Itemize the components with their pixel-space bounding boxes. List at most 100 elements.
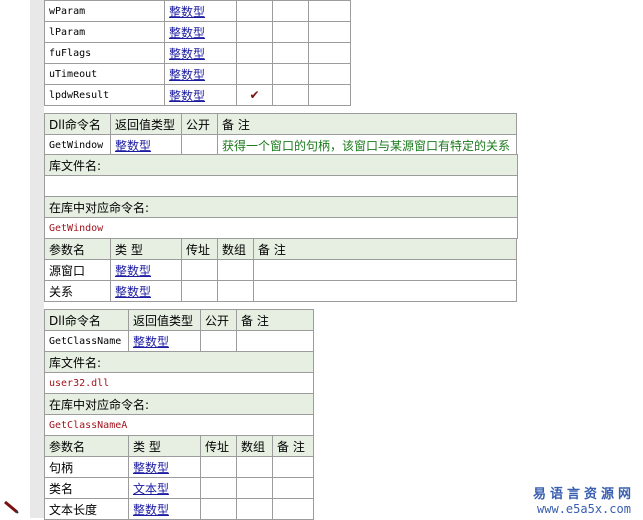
param-byref-cell[interactable] <box>200 456 237 478</box>
param-note-cell[interactable] <box>272 477 314 499</box>
table-row: fuFlags 整数型 <box>44 42 351 64</box>
param-array-cell[interactable] <box>272 0 309 22</box>
param-note-cell[interactable] <box>272 456 314 478</box>
col-header-array: 数组 <box>236 435 273 457</box>
dll-return-type[interactable]: 整数型 <box>110 134 182 156</box>
param-type-cell[interactable]: 整数型 <box>164 84 237 106</box>
param-byref-cell[interactable] <box>200 498 237 520</box>
param-note-cell[interactable] <box>308 84 351 106</box>
table-row: 源窗口 整数型 <box>44 259 517 281</box>
byref-check-icon[interactable]: ✔ <box>236 84 273 106</box>
table-header-row: Dll命令名 返回值类型 公开 备 注 <box>44 113 517 135</box>
param-note-cell[interactable] <box>253 280 517 302</box>
lib-file-value[interactable] <box>44 175 518 197</box>
param-type-cell[interactable]: 整数型 <box>110 259 182 281</box>
site-watermark: 易语言资源网 www.e5a5x.com <box>528 483 640 516</box>
param-name-cell[interactable]: lParam <box>44 21 165 43</box>
params-table-top: wParam 整数型 lParam 整数型 fuFlags 整数型 uTimeo… <box>44 0 351 106</box>
pencil-icon <box>4 500 19 514</box>
param-name-cell[interactable]: 源窗口 <box>44 259 111 281</box>
lib-file-label: 库文件名: <box>44 154 518 176</box>
param-note-cell[interactable] <box>272 498 314 520</box>
col-header-param-name: 参数名 <box>44 435 129 457</box>
param-note-cell[interactable] <box>308 42 351 64</box>
param-type-cell[interactable]: 整数型 <box>164 21 237 43</box>
dll-command-name[interactable]: GetWindow <box>44 134 111 156</box>
param-array-cell[interactable] <box>217 280 254 302</box>
table-row: wParam 整数型 <box>44 0 351 22</box>
param-byref-cell[interactable] <box>200 477 237 499</box>
col-header-param-name: 参数名 <box>44 238 111 260</box>
col-header-byref: 传址 <box>200 435 237 457</box>
param-byref-cell[interactable] <box>181 259 218 281</box>
dll-public-cell[interactable] <box>200 330 237 352</box>
col-header-note: 备 注 <box>253 238 517 260</box>
dll-getclassname-params-table: 参数名 类 型 传址 数组 备 注 句柄 整数型 类名 文本型 文本长度 整数型 <box>44 435 314 520</box>
param-name-cell[interactable]: 句柄 <box>44 456 129 478</box>
param-note-cell[interactable] <box>253 259 517 281</box>
param-array-cell[interactable] <box>272 21 309 43</box>
entry-name-value[interactable]: GetClassNameA <box>44 414 314 436</box>
table-row: 类名 文本型 <box>44 477 314 499</box>
col-header-public: 公开 <box>181 113 218 135</box>
param-byref-cell[interactable] <box>236 63 273 85</box>
param-name-cell[interactable]: lpdwResult <box>44 84 165 106</box>
table-row: uTimeout 整数型 <box>44 63 351 85</box>
param-name-cell[interactable]: uTimeout <box>44 63 165 85</box>
col-header-param-type: 类 型 <box>128 435 201 457</box>
param-note-cell[interactable] <box>308 63 351 85</box>
param-byref-cell[interactable] <box>236 42 273 64</box>
param-name-cell[interactable]: 类名 <box>44 477 129 499</box>
dll-table-getclassname: Dll命令名 返回值类型 公开 备 注 GetClassName 整数型 <box>44 309 314 352</box>
col-header-array: 数组 <box>217 238 254 260</box>
table-row: lParam 整数型 <box>44 21 351 43</box>
param-byref-cell[interactable] <box>236 0 273 22</box>
lib-file-value[interactable]: user32.dll <box>44 372 314 394</box>
col-header-note: 备 注 <box>272 435 314 457</box>
col-header-cmd: Dll命令名 <box>44 113 111 135</box>
param-name-cell[interactable]: 关系 <box>44 280 111 302</box>
param-array-cell[interactable] <box>217 259 254 281</box>
entry-name-value[interactable]: GetWindow <box>44 217 518 239</box>
dll-note[interactable]: 获得一个窗口的句柄，该窗口与某源窗口有特定的关系 <box>217 134 517 156</box>
param-type-cell[interactable]: 整数型 <box>164 0 237 22</box>
param-type-cell[interactable]: 整数型 <box>110 280 182 302</box>
param-name-cell[interactable]: 文本长度 <box>44 498 129 520</box>
param-array-cell[interactable] <box>272 42 309 64</box>
table-header-row: 参数名 类 型 传址 数组 备 注 <box>44 435 314 457</box>
param-name-cell[interactable]: wParam <box>44 0 165 22</box>
param-array-cell[interactable] <box>236 456 273 478</box>
param-note-cell[interactable] <box>308 0 351 22</box>
param-type-cell[interactable]: 文本型 <box>128 477 201 499</box>
table-row: GetWindow 整数型 获得一个窗口的句柄，该窗口与某源窗口有特定的关系 <box>44 134 517 156</box>
lib-file-label: 库文件名: <box>44 351 314 373</box>
dll-table-getwindow: Dll命令名 返回值类型 公开 备 注 GetWindow 整数型 获得一个窗口… <box>44 113 517 156</box>
param-note-cell[interactable] <box>308 21 351 43</box>
col-header-ret: 返回值类型 <box>128 309 201 331</box>
col-header-param-type: 类 型 <box>110 238 182 260</box>
dll-getclassname-lib-table: 库文件名: user32.dll 在库中对应命令名: GetClassNameA <box>44 351 314 436</box>
param-array-cell[interactable] <box>272 84 309 106</box>
col-header-note: 备 注 <box>217 113 517 135</box>
param-byref-cell[interactable] <box>181 280 218 302</box>
param-array-cell[interactable] <box>236 498 273 520</box>
dll-command-name[interactable]: GetClassName <box>44 330 129 352</box>
param-type-cell[interactable]: 整数型 <box>128 456 201 478</box>
left-gutter <box>0 0 30 518</box>
table-row: lpdwResult 整数型 ✔ <box>44 84 351 106</box>
table-row: 文本长度 整数型 <box>44 498 314 520</box>
param-byref-cell[interactable] <box>236 21 273 43</box>
table-row: 句柄 整数型 <box>44 456 314 478</box>
col-header-public: 公开 <box>200 309 237 331</box>
table-row: 关系 整数型 <box>44 280 517 302</box>
param-array-cell[interactable] <box>272 63 309 85</box>
dll-return-type[interactable]: 整数型 <box>128 330 201 352</box>
param-type-cell[interactable]: 整数型 <box>164 42 237 64</box>
dll-getwindow-lib-table: 库文件名: 在库中对应命令名: GetWindow <box>44 154 518 239</box>
dll-note[interactable] <box>236 330 314 352</box>
param-type-cell[interactable]: 整数型 <box>128 498 201 520</box>
param-type-cell[interactable]: 整数型 <box>164 63 237 85</box>
dll-public-cell[interactable] <box>181 134 218 156</box>
param-array-cell[interactable] <box>236 477 273 499</box>
param-name-cell[interactable]: fuFlags <box>44 42 165 64</box>
